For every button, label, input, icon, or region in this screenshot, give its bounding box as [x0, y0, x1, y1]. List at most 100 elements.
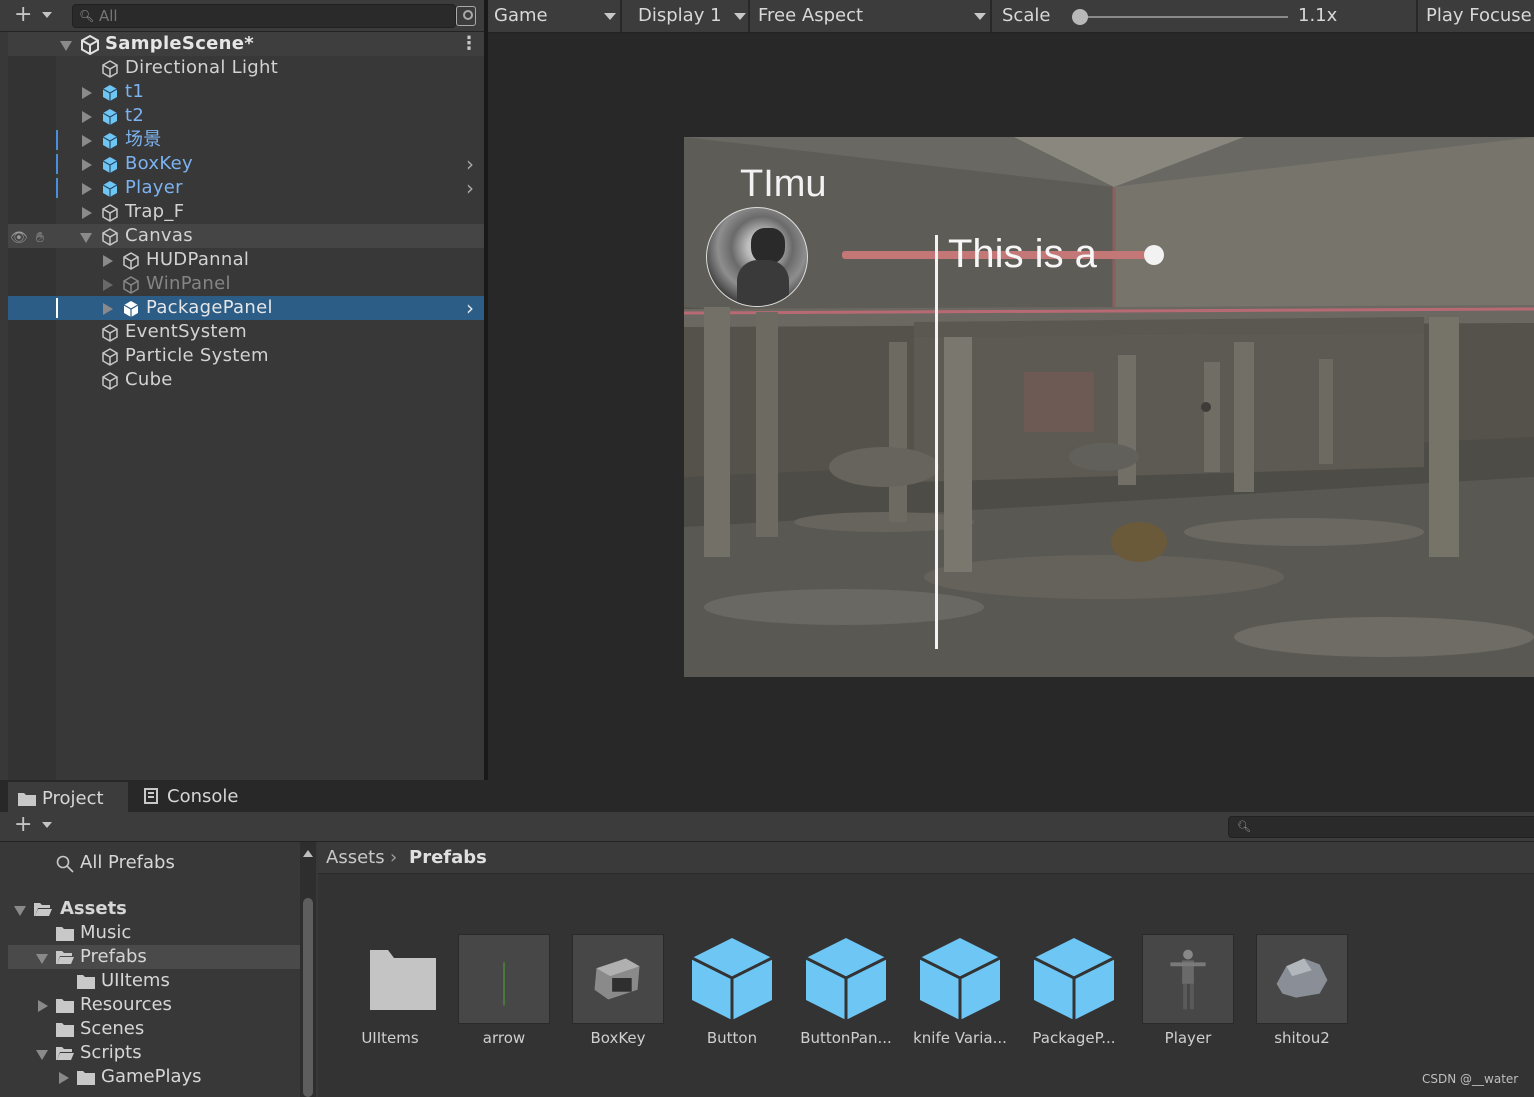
- asset-shitou2[interactable]: shitou2: [1238, 934, 1348, 1064]
- expand-toggle-icon[interactable]: [103, 303, 113, 315]
- hierarchy-item-cube[interactable]: Cube: [8, 368, 484, 392]
- expand-toggle-icon[interactable]: [82, 183, 92, 195]
- breadcrumb-assets[interactable]: Assets: [326, 842, 385, 874]
- display-selector-dropdown[interactable]: Display 1: [624, 0, 750, 32]
- asset-button[interactable]: Button: [668, 934, 778, 1064]
- expand-toggle-icon[interactable]: [82, 87, 92, 99]
- expand-toggle-icon[interactable]: [59, 1072, 69, 1084]
- favorite-item-all-prefabs[interactable]: All Prefabs: [8, 851, 300, 875]
- prefab-variant-icon: [919, 938, 1001, 1020]
- expand-toggle-icon[interactable]: [103, 279, 113, 291]
- folder-music[interactable]: Music: [8, 921, 300, 945]
- hierarchy-item-packagepanel[interactable]: PackagePanel ›: [8, 296, 484, 320]
- project-search-field[interactable]: 🔍︎: [1228, 816, 1534, 838]
- play-mode-dropdown[interactable]: Play Focuse: [1420, 0, 1534, 32]
- tab-console[interactable]: Console: [134, 782, 254, 812]
- asset-uiitems[interactable]: UIItems: [326, 934, 436, 1064]
- gameobject-icon: [102, 324, 118, 342]
- scene-row[interactable]: SampleScene* ⋮: [8, 32, 484, 56]
- expand-toggle-icon[interactable]: [38, 1000, 48, 1012]
- hierarchy-create-button[interactable]: +: [14, 4, 58, 28]
- open-prefab-chevron-icon[interactable]: ›: [466, 296, 474, 320]
- search-icon: 🔍︎: [1237, 820, 1251, 833]
- hierarchy-item-particle-system[interactable]: Particle System: [8, 344, 484, 368]
- hierarchy-search-field[interactable]: 🔍︎: [72, 4, 456, 28]
- hierarchy-item-scene-root[interactable]: 场景: [8, 128, 484, 152]
- expand-toggle-icon[interactable]: [14, 906, 26, 916]
- rock-model-thumbnail-icon: [1256, 934, 1348, 1024]
- scroll-up-icon[interactable]: [303, 850, 313, 857]
- expand-toggle-icon[interactable]: [80, 233, 92, 243]
- expand-toggle-icon[interactable]: [36, 954, 48, 964]
- scene-name: SampleScene*: [105, 33, 255, 54]
- hierarchy-item-player[interactable]: Player ›: [8, 176, 484, 200]
- scrollbar-thumb[interactable]: [303, 898, 313, 1097]
- breadcrumb-prefabs[interactable]: Prefabs: [409, 842, 487, 874]
- expand-toggle-icon[interactable]: [36, 1050, 48, 1060]
- hierarchy-item-directional-light[interactable]: Directional Light: [8, 56, 484, 80]
- expand-toggle-icon[interactable]: [103, 255, 113, 267]
- hud-avatar: [706, 207, 808, 307]
- asset-player[interactable]: Player: [1124, 934, 1234, 1064]
- project-tab-bar: Project Console: [0, 780, 1534, 812]
- hierarchy-item-hudpannal[interactable]: HUDPannal: [8, 248, 484, 272]
- game-view-panel: Game Display 1 Free Aspect Scale 1.1x Pl…: [488, 0, 1534, 780]
- game-viewport[interactable]: TImu This is a: [684, 137, 1534, 677]
- scale-slider-handle[interactable]: [1072, 9, 1088, 25]
- expand-toggle-icon[interactable]: [82, 111, 92, 123]
- folder-label: Resources: [80, 994, 172, 1015]
- expand-toggle-icon[interactable]: [82, 135, 92, 147]
- aspect-selector-dropdown[interactable]: Free Aspect: [752, 0, 992, 32]
- chevron-down-icon: [734, 13, 746, 20]
- view-selector-dropdown[interactable]: Game: [488, 0, 622, 32]
- scale-slider-track[interactable]: [1076, 16, 1288, 18]
- prefab-icon: [102, 157, 118, 173]
- more-options-icon[interactable]: ⋮: [460, 32, 478, 56]
- folder-icon: [77, 1071, 95, 1085]
- expand-toggle-icon[interactable]: [82, 159, 92, 171]
- search-icon: [56, 855, 74, 873]
- hierarchy-search-input[interactable]: [99, 6, 439, 26]
- project-panel: Project Console + 🔍︎ All Prefabs Assets …: [0, 780, 1534, 1097]
- prefab-override-marker: [56, 154, 58, 174]
- hierarchy-item-trap-f[interactable]: Trap_F: [8, 200, 484, 224]
- pickable-hand-icon[interactable]: ✋︎: [36, 226, 44, 250]
- project-search-input[interactable]: [1253, 817, 1533, 837]
- gameobject-icon: [102, 204, 118, 222]
- expand-toggle-icon[interactable]: [82, 207, 92, 219]
- hierarchy-item-label: WinPanel: [146, 273, 231, 294]
- hierarchy-item-boxkey[interactable]: BoxKey ›: [8, 152, 484, 176]
- hierarchy-item-eventsystem[interactable]: EventSystem: [8, 320, 484, 344]
- hierarchy-item-label: t2: [125, 105, 145, 126]
- asset-boxkey[interactable]: BoxKey: [554, 934, 664, 1064]
- folder-prefabs[interactable]: Prefabs: [8, 945, 300, 969]
- asset-name: BoxKey: [590, 1029, 646, 1047]
- asset-name: knife Varia...: [913, 1029, 1007, 1047]
- folder-scripts[interactable]: Scripts: [8, 1041, 300, 1065]
- folder-resources[interactable]: Resources: [8, 993, 300, 1017]
- search-by-type-icon[interactable]: [456, 6, 476, 26]
- hierarchy-item-t1[interactable]: t1: [8, 80, 484, 104]
- visibility-eye-icon[interactable]: 👁︎: [10, 226, 28, 250]
- project-create-button[interactable]: +: [14, 814, 58, 838]
- asset-knife-variant[interactable]: knife Varia...: [896, 934, 1007, 1064]
- hud-health-bar-handle: [1144, 245, 1164, 265]
- folder-uiitems[interactable]: UIItems: [8, 969, 300, 993]
- hierarchy-item-canvas[interactable]: 👁︎ ✋︎ Canvas: [8, 224, 484, 248]
- gameobject-icon: [123, 252, 139, 270]
- tab-console-label: Console: [167, 786, 239, 807]
- expand-toggle-icon[interactable]: [60, 41, 72, 51]
- asset-arrow[interactable]: arrow: [440, 934, 550, 1064]
- open-prefab-chevron-icon[interactable]: ›: [466, 176, 474, 200]
- hierarchy-item-t2[interactable]: t2: [8, 104, 484, 128]
- asset-buttonpanel[interactable]: ButtonPan...: [782, 934, 892, 1064]
- folder-scenes[interactable]: Scenes: [8, 1017, 300, 1041]
- folder-assets[interactable]: Assets: [8, 897, 300, 921]
- chevron-down-icon: [42, 822, 52, 828]
- asset-packagepanel[interactable]: PackageP...: [1010, 934, 1120, 1064]
- tab-project[interactable]: Project: [8, 782, 128, 812]
- open-prefab-chevron-icon[interactable]: ›: [466, 152, 474, 176]
- hierarchy-item-winpanel[interactable]: WinPanel: [8, 272, 484, 296]
- folder-gameplays[interactable]: GamePlays: [8, 1065, 300, 1089]
- folder-tree-scrollbar[interactable]: [300, 842, 316, 1097]
